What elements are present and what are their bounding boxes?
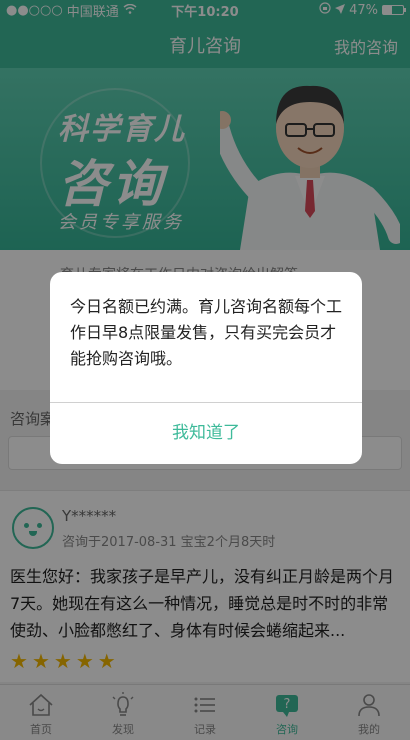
dialog-message: 今日名额已约满。育儿咨询名额每个工作日早8点限量发售，只有买完会员才能抢购咨询哦… [70,297,343,368]
alert-dialog: 今日名额已约满。育儿咨询名额每个工作日早8点限量发售，只有买完会员才能抢购咨询哦… [50,272,362,464]
dialog-ok-button[interactable]: 我知道了 [50,403,362,464]
